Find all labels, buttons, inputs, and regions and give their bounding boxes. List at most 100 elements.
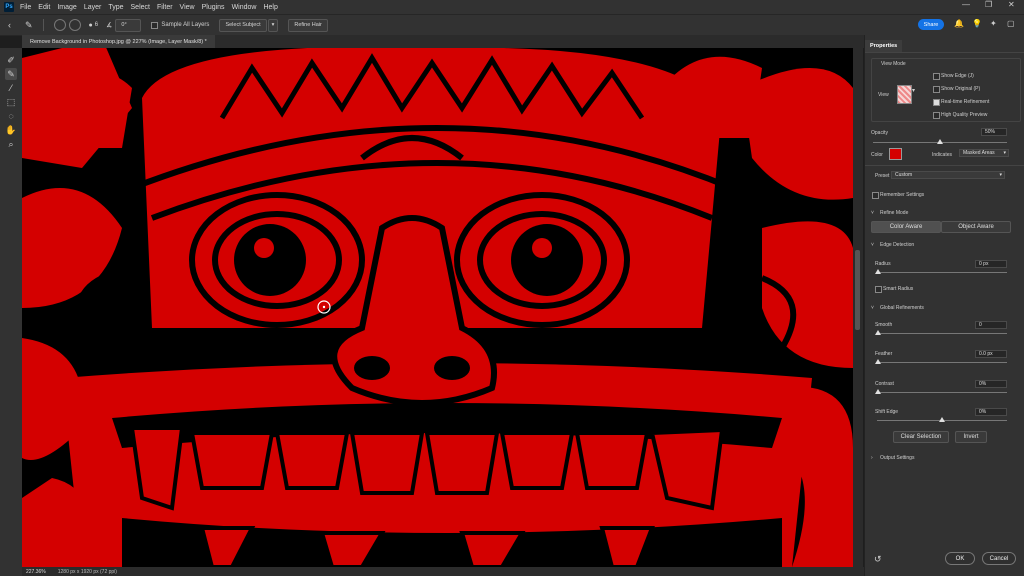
radius-label: Radius [875, 261, 891, 267]
preset-value: Custom [895, 172, 913, 178]
photoshop-logo: Ps [4, 2, 14, 12]
radius-field[interactable]: 0 px [975, 260, 1007, 268]
global-refinements-chevron-icon[interactable]: ˅ [871, 305, 874, 311]
lasso-tool-icon[interactable]: ◌ [5, 110, 17, 122]
add-to-selection-icon[interactable] [53, 19, 66, 31]
menu-view[interactable]: View [180, 4, 195, 11]
ok-button[interactable]: OK [945, 552, 975, 565]
feather-slider-track[interactable] [877, 362, 1007, 363]
realtime-refinement-label: Real-time Refinement [941, 99, 990, 105]
object-selection-tool-icon[interactable]: ⬚ [5, 96, 17, 108]
indicates-value: Masked Areas [963, 150, 995, 156]
remember-settings-checkbox[interactable] [872, 192, 879, 199]
high-quality-preview-checkbox[interactable] [933, 112, 940, 119]
edge-detection-label: Edge Detection [880, 242, 915, 248]
document-tab-title: Remove Background in Photoshop.jpg @ 227… [30, 38, 207, 45]
realtime-refinement-checkbox[interactable] [933, 99, 940, 106]
menu-edit[interactable]: Edit [38, 4, 50, 11]
brush-tool-icon[interactable]: ⁄ [5, 82, 17, 94]
menu-plugins[interactable]: Plugins [202, 4, 225, 11]
properties-tab[interactable]: Properties [865, 40, 903, 52]
overlay-color-swatch[interactable] [889, 148, 902, 160]
radius-slider-track[interactable] [877, 272, 1007, 273]
menu-image[interactable]: Image [57, 4, 76, 11]
brush-size-value[interactable]: 6 [95, 22, 98, 28]
select-subject-button[interactable]: Select Subject [219, 18, 267, 32]
select-subject-dropdown[interactable]: ▾ [267, 18, 279, 32]
output-settings-chevron-icon[interactable]: › [871, 455, 873, 461]
refine-brush-tool-icon[interactable]: ✎ [25, 20, 33, 31]
cancel-label: Cancel [989, 555, 1009, 562]
tools-panel: ✐ ✎ ⁄ ⬚ ◌ ✋ ⌕ [0, 48, 23, 576]
smart-radius-label: Smart Radius [883, 286, 914, 292]
menu-type[interactable]: Type [108, 4, 123, 11]
canvas-area[interactable] [22, 48, 853, 567]
menu-filter[interactable]: Filter [157, 4, 173, 11]
chevron-down-icon: ▾ [1003, 150, 1006, 156]
menu-help[interactable]: Help [263, 4, 277, 11]
view-mode-dropdown-icon[interactable]: ▾ [912, 87, 915, 94]
hand-tool-icon[interactable]: ✋ [5, 124, 17, 136]
vertical-scrollbar-thumb[interactable] [855, 250, 860, 330]
menu-window[interactable]: Window [232, 4, 257, 11]
menu-file[interactable]: File [20, 4, 31, 11]
reset-icon[interactable]: ↺ [874, 554, 882, 565]
smart-radius-checkbox[interactable] [875, 286, 882, 293]
menu-select[interactable]: Select [131, 4, 150, 11]
minimize-icon[interactable]: — [962, 0, 970, 9]
color-label: Color [871, 152, 883, 158]
cancel-button[interactable]: Cancel [982, 552, 1016, 565]
preset-dropdown[interactable]: Custom ▾ [891, 171, 1005, 179]
contrast-field[interactable]: 0% [975, 380, 1007, 388]
angle-field[interactable]: 0° [115, 18, 142, 32]
contrast-label: Contrast [875, 381, 894, 387]
edge-detection-chevron-icon[interactable]: ˅ [871, 242, 874, 248]
workspace-icon[interactable]: ▢ [1007, 19, 1015, 28]
smooth-field[interactable]: 0 [975, 321, 1007, 329]
invert-button[interactable]: Invert [955, 431, 987, 443]
refine-mode-chevron-icon[interactable]: ˅ [871, 210, 874, 216]
restore-icon[interactable]: ❐ [985, 0, 992, 9]
brush-size-icon[interactable]: ● [89, 22, 93, 29]
indicates-label: Indicates [932, 152, 953, 158]
menu-layer[interactable]: Layer [84, 4, 102, 11]
close-icon[interactable]: ✕ [1008, 0, 1015, 9]
clear-selection-button[interactable]: Clear Selection [893, 431, 949, 443]
opacity-label: Opacity [871, 130, 888, 136]
zoom-level[interactable]: 227.36% [26, 569, 46, 575]
indicates-dropdown[interactable]: Masked Areas ▾ [959, 149, 1009, 157]
color-aware-label: Color Aware [889, 224, 923, 230]
smooth-slider-track[interactable] [877, 333, 1007, 334]
shift-edge-field[interactable]: 0% [975, 408, 1007, 416]
smooth-slider-knob[interactable] [875, 330, 881, 335]
zoom-tool-icon[interactable]: ⌕ [5, 138, 17, 150]
color-aware-button[interactable]: Color Aware [871, 221, 941, 233]
view-mode-thumbnail[interactable] [897, 85, 912, 104]
contrast-slider-track[interactable] [877, 392, 1007, 393]
opacity-slider-knob[interactable] [937, 139, 943, 144]
learn-icon[interactable]: 💡 [972, 19, 982, 28]
feather-field[interactable]: 0.0 px [975, 350, 1007, 358]
quick-selection-tool-icon[interactable]: ✐ [5, 54, 17, 66]
refine-edge-brush-tool-icon[interactable]: ✎ [5, 68, 17, 80]
contrast-slider-knob[interactable] [875, 389, 881, 394]
refine-hair-button[interactable]: Refine Hair [288, 18, 328, 32]
output-settings-label: Output Settings [880, 455, 915, 461]
document-info: 1280 px x 1920 px (72 ppi) [57, 568, 117, 575]
home-back-icon[interactable]: ‹ [8, 20, 11, 30]
object-aware-button[interactable]: Object Aware [941, 221, 1011, 233]
radius-slider-knob[interactable] [875, 269, 881, 274]
shift-edge-slider-knob[interactable] [939, 417, 945, 422]
feather-slider-knob[interactable] [875, 359, 881, 364]
share-button[interactable]: Share [918, 19, 944, 30]
discover-icon[interactable]: ✦ [990, 19, 997, 28]
subtract-from-selection-icon[interactable] [68, 19, 81, 31]
show-original-checkbox[interactable] [933, 86, 940, 93]
object-aware-label: Object Aware [958, 224, 994, 230]
feather-label: Feather [875, 351, 893, 357]
sample-all-layers-checkbox[interactable] [151, 21, 159, 29]
notifications-icon[interactable]: 🔔 [954, 19, 964, 28]
opacity-field[interactable]: 50% [981, 128, 1007, 136]
show-edge-checkbox[interactable] [933, 73, 940, 80]
document-tab[interactable]: Remove Background in Photoshop.jpg @ 227… [22, 35, 215, 48]
